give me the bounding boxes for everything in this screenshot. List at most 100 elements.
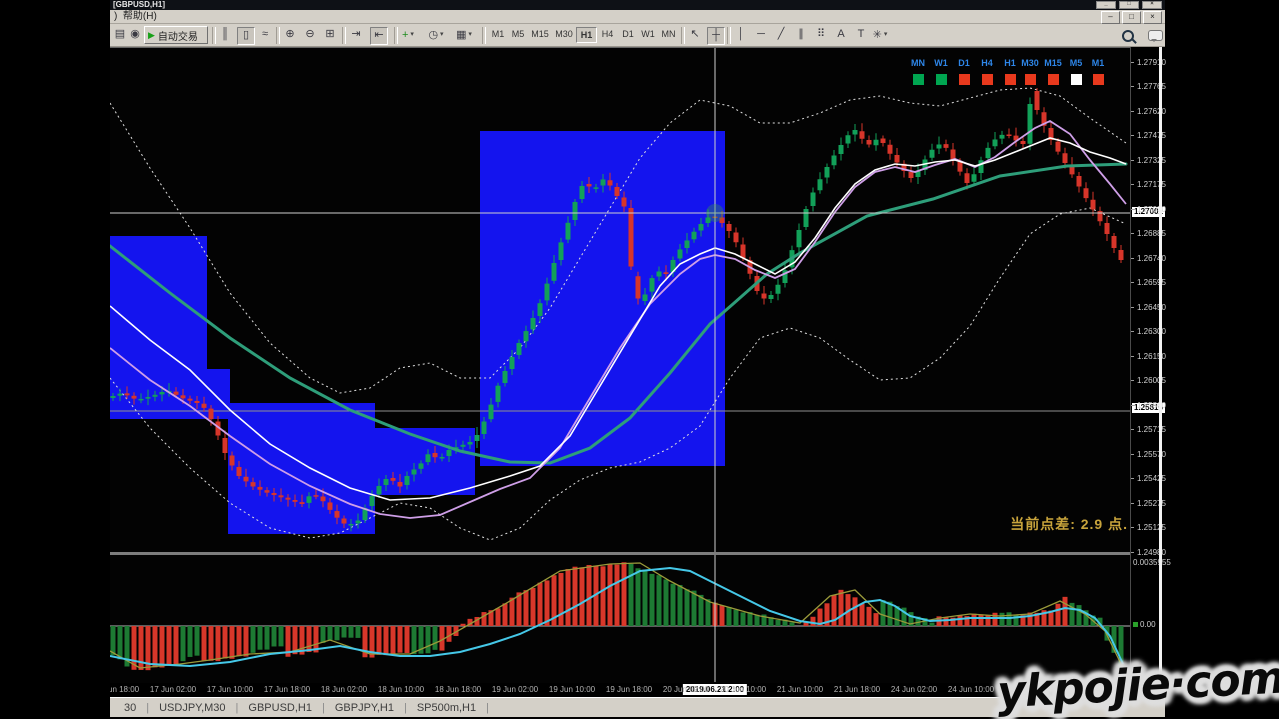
price-tick-mark: [1131, 429, 1134, 430]
time-tick-label: 19 Jun 10:00: [549, 685, 595, 694]
window-title: [GBPUSD,H1]: [113, 0, 165, 9]
chart-tab-GBPJPY,H1[interactable]: GBPJPY,H1: [325, 702, 404, 714]
timeframe-button-M1[interactable]: M1: [488, 27, 508, 43]
chart-file-icon[interactable]: ▤: [112, 27, 128, 43]
timeframe-button-M5[interactable]: M5: [508, 27, 528, 43]
candlestick-chart-icon[interactable]: ▯: [237, 27, 255, 45]
time-tick-label: 18 Jun 18:00: [435, 685, 481, 694]
channel-icon[interactable]: ∥: [793, 27, 809, 43]
toolbar-separator: [482, 27, 486, 44]
timeframe-group: M1M5M15M30H1H4D1W1MN: [488, 27, 679, 43]
zoom-out-icon[interactable]: ⊖: [302, 27, 318, 43]
timeframe-button-H1[interactable]: H1: [576, 27, 597, 43]
child-window-controls: –□×: [1101, 11, 1162, 24]
line-chart-icon[interactable]: ≈: [257, 27, 273, 43]
time-tick-label: 20 Jun 02:00: [663, 685, 709, 694]
price-tick-mark: [1131, 282, 1134, 283]
chart-tab-USDJPY,M30[interactable]: USDJPY,M30: [149, 702, 235, 714]
template-icon[interactable]: ▦ ▾: [456, 27, 472, 43]
chat-icon[interactable]: [1148, 30, 1163, 41]
title-control-0[interactable]: _: [1096, 1, 1116, 9]
indicator-max-label: 0.0035955: [1133, 558, 1171, 567]
horizontal-line-icon[interactable]: ─: [753, 27, 769, 43]
timeframe-button-M15[interactable]: M15: [528, 27, 552, 43]
timeframe-button-H4[interactable]: H4: [597, 27, 618, 43]
label-icon[interactable]: T: [853, 27, 869, 43]
title-control-1[interactable]: □: [1119, 1, 1139, 9]
chart-tab-30[interactable]: 30: [114, 702, 146, 714]
spread-label: 当前点差: 2.9 点.: [982, 514, 1128, 534]
auto-scroll-icon[interactable]: ⇥: [348, 27, 364, 43]
zoom-in-icon[interactable]: ⊕: [282, 27, 298, 43]
price-tick-mark: [1131, 233, 1134, 234]
time-tick-label: 17 Jun 18:00: [264, 685, 310, 694]
chart-area[interactable]: MNW1D1H4H1M30M15M5M1 当前点差: 2.9 点.: [110, 47, 1130, 684]
price-tick-mark: [1131, 380, 1134, 381]
price-tick-mark: [1131, 86, 1134, 87]
tab-separator: |: [486, 702, 489, 714]
time-tick-label: 19 Jun 18:00: [606, 685, 652, 694]
time-tick-label: 24 Jun 02:00: [891, 685, 937, 694]
new-order-icon[interactable]: + ▾: [400, 27, 416, 43]
child-control-0[interactable]: –: [1101, 11, 1120, 24]
price-tick-mark: [1131, 552, 1134, 553]
dropdown-arrow-icon: ▾: [882, 31, 887, 38]
timeframe-button-W1[interactable]: W1: [638, 27, 658, 43]
autotrade-button[interactable]: ▶ 自动交易: [144, 26, 208, 44]
toolbar-separator: [212, 27, 216, 44]
indicator-zero-label: 0.00: [1133, 620, 1156, 629]
timeframe-button-M30[interactable]: M30: [552, 27, 576, 43]
menu-bar: ) 帮助(H) –□×: [110, 10, 1165, 24]
fibonacci-icon[interactable]: ⠿: [813, 27, 829, 43]
time-tick-label: 21 Jun 10:00: [777, 685, 823, 694]
toolbar-separator: [394, 27, 398, 44]
autotrade-label: 自动交易: [158, 28, 198, 43]
cursor-icon[interactable]: ↖: [687, 27, 703, 43]
price-tick-mark: [1131, 307, 1134, 308]
child-control-2[interactable]: ×: [1143, 11, 1162, 24]
price-tick-mark: [1131, 405, 1134, 406]
time-tick-label: 17 Jun 02:00: [150, 685, 196, 694]
indicator-marker-icon: [1133, 622, 1138, 627]
price-tick-mark: [1131, 135, 1134, 136]
dropdown-arrow-icon: ▾: [466, 31, 471, 38]
price-tick-mark: [1131, 356, 1134, 357]
crosshair-icon[interactable]: ┼: [707, 27, 725, 45]
time-tick-label: 18 Jun 02:00: [321, 685, 367, 694]
time-tick-label: 14 Jun 18:00: [110, 685, 139, 694]
chart-tab-GBPUSD,H1[interactable]: GBPUSD,H1: [238, 702, 322, 714]
search-icon[interactable]: [1122, 30, 1134, 42]
chart-tab-SP500m,H1[interactable]: SP500m,H1: [407, 702, 486, 714]
trendline-icon[interactable]: ╱: [773, 27, 789, 43]
price-tick-mark: [1131, 331, 1134, 332]
price-tick-mark: [1131, 527, 1134, 528]
toolbar-separator: [276, 27, 280, 44]
price-tick-mark: [1131, 478, 1134, 479]
arrows-icon[interactable]: ✳ ▾: [872, 27, 888, 43]
globe-icon[interactable]: ◉: [127, 27, 143, 43]
price-tick-mark: [1131, 62, 1134, 63]
time-tick-label: 24 Jun 10:00: [948, 685, 994, 694]
timeframe-button-D1[interactable]: D1: [618, 27, 638, 43]
mt4-window: [GBPUSD,H1] _□× ) 帮助(H) –□× ▶ 自动交易 M1M5M…: [110, 0, 1165, 717]
price-tick-mark: [1131, 111, 1134, 112]
vertical-line-icon[interactable]: │: [733, 27, 749, 43]
timeframe-button-MN[interactable]: MN: [658, 27, 679, 43]
bars-chart-icon[interactable]: ║: [217, 27, 233, 43]
price-tick-mark: [1131, 184, 1134, 185]
play-icon: ▶: [148, 30, 155, 41]
child-control-1[interactable]: □: [1122, 11, 1141, 24]
price-tick-mark: [1131, 503, 1134, 504]
chart-shift-icon[interactable]: ⇤: [370, 27, 388, 45]
pane-separator[interactable]: [110, 552, 1130, 555]
title-control-2[interactable]: ×: [1142, 1, 1162, 9]
crosshair-center: [706, 204, 724, 222]
tile-windows-icon[interactable]: ⊞: [322, 27, 338, 43]
dropdown-arrow-icon: ▾: [438, 31, 443, 38]
text-icon[interactable]: A: [833, 27, 849, 43]
time-tick-label: 19 Jun 02:00: [492, 685, 538, 694]
menu-item-help[interactable]: 帮助(H): [123, 11, 157, 22]
time-tick-label: 18 Jun 10:00: [378, 685, 424, 694]
periods-icon[interactable]: ◷ ▾: [428, 27, 444, 43]
time-tick-label: 20 Jun 10:00: [720, 685, 766, 694]
